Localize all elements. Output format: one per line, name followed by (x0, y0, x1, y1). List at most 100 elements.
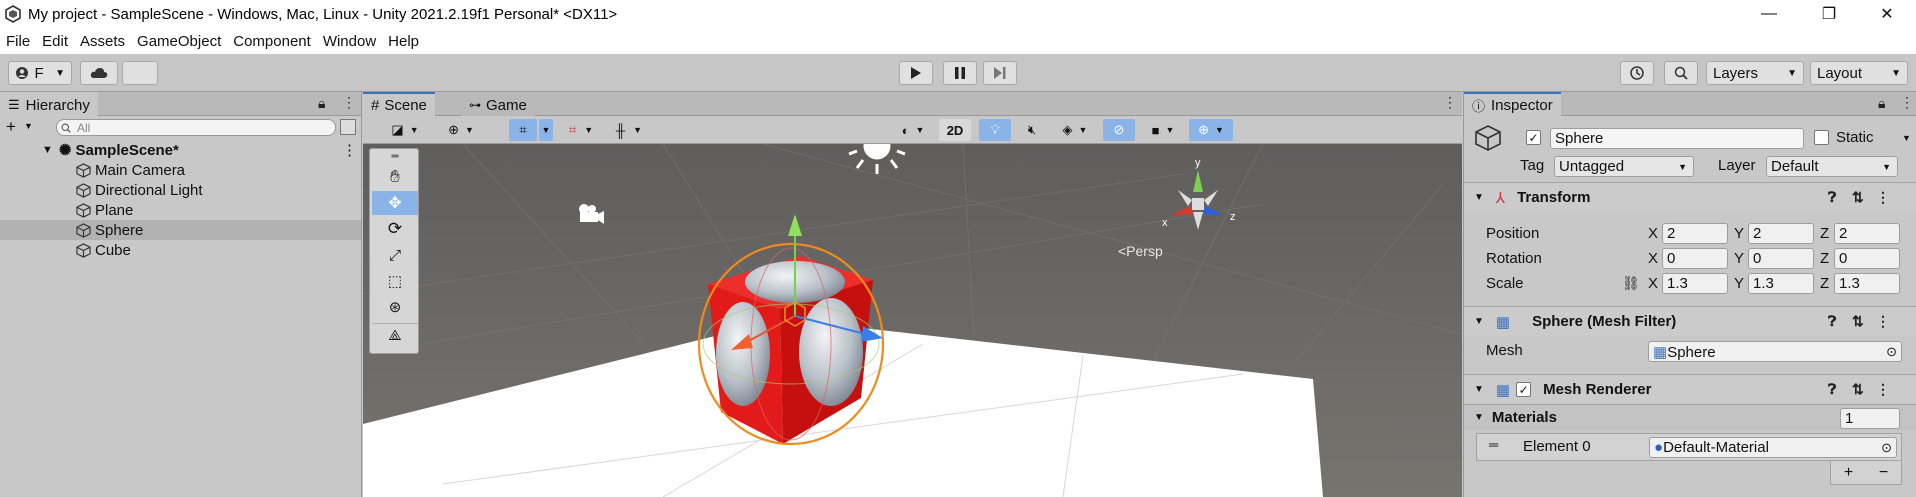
position-x-field[interactable]: 2 (1662, 223, 1728, 244)
grid-snap-toggle[interactable]: ⌗ (509, 119, 537, 141)
expand-arrow-icon[interactable]: ▼ (1474, 412, 1484, 423)
scene-row[interactable]: ▼ ✺ SampleScene* ⋮ (0, 140, 361, 160)
menu-gameobject[interactable]: GameObject (131, 33, 227, 50)
rotation-y-field[interactable]: 0 (1748, 248, 1814, 269)
step-button[interactable] (983, 61, 1017, 85)
link-icon[interactable]: ⛓︎ (1622, 275, 1640, 292)
minimize-button[interactable]: — (1746, 0, 1792, 28)
hierarchy-item-plane[interactable]: Plane (0, 200, 361, 220)
history-button[interactable] (1620, 61, 1654, 85)
audio-toggle[interactable]: 🔇︎ (1017, 119, 1047, 141)
chevron-down-icon[interactable]: ▼ (24, 121, 33, 131)
play-button[interactable] (899, 61, 933, 85)
mesh-filter-header[interactable]: ▼ ▦ Sphere (Mesh Filter) ❓︎ ⇅ ⋮ (1464, 306, 1916, 336)
element0-object-field[interactable]: ●Default-Material ⊙ (1649, 437, 1897, 458)
collab-button[interactable] (122, 61, 158, 85)
tab-hierarchy[interactable]: ☰ Hierarchy (0, 92, 98, 116)
more-menu-icon[interactable]: ⋮ (1900, 94, 1914, 111)
lock-icon[interactable]: 🔒︎ (1878, 95, 1885, 112)
object-picker-icon[interactable]: ⊙ (1886, 344, 1897, 360)
pause-button[interactable] (943, 61, 977, 85)
move-tool[interactable]: ✥ (372, 191, 418, 215)
scale-tool[interactable]: ⤢ (372, 243, 418, 267)
tab-inspector[interactable]: ⓘ Inspector (1464, 92, 1561, 116)
tab-scene[interactable]: # Scene (363, 92, 435, 116)
menu-component[interactable]: Component (227, 33, 317, 50)
visibility-toggle[interactable]: ⊘ (1103, 119, 1135, 141)
mesh-object-field[interactable]: ▦Sphere ⊙ (1648, 341, 1902, 362)
more-menu-icon[interactable]: ⋮ (1443, 94, 1457, 111)
tab-game[interactable]: ⊶ Game (461, 92, 535, 116)
transform-header[interactable]: ▼ ⅄ Transform ❓︎ ⇅ ⋮ (1464, 182, 1916, 212)
menu-window[interactable]: Window (317, 33, 382, 50)
cloud-button[interactable] (80, 61, 118, 85)
scale-x-field[interactable]: 1.3 (1662, 273, 1728, 294)
active-checkbox[interactable]: ✓ (1526, 130, 1541, 145)
search-button[interactable] (1664, 61, 1698, 85)
2d-toggle[interactable]: 2D (939, 119, 971, 141)
hand-tool[interactable]: ✋︎ (372, 165, 418, 189)
help-icon[interactable]: ❓︎ (1828, 189, 1836, 206)
scene-render[interactable]: y x z <Persp (363, 144, 1462, 497)
draw-mode-dropdown[interactable]: ◪ ▼ (383, 119, 427, 141)
scale-z-field[interactable]: 1.3 (1834, 273, 1900, 294)
help-icon[interactable]: ❓︎ (1828, 381, 1836, 398)
layout-dropdown[interactable]: Layout ▼ (1810, 61, 1908, 85)
hierarchy-item-main-camera[interactable]: Main Camera (0, 160, 361, 180)
object-picker-icon[interactable]: ⊙ (1881, 440, 1892, 456)
lock-icon[interactable]: 🔒︎ (318, 95, 325, 112)
more-menu-icon[interactable]: ⋮ (342, 94, 356, 111)
scale-y-field[interactable]: 1.3 (1748, 273, 1814, 294)
more-menu-icon[interactable]: ⋮ (1876, 189, 1890, 206)
grid-snap-dropdown[interactable]: ▼ (539, 119, 553, 141)
expand-arrow-icon[interactable]: ▼ (1474, 192, 1484, 203)
expand-arrow-icon[interactable]: ▼ (1474, 384, 1484, 395)
tag-dropdown[interactable]: Untagged ▼ (1554, 156, 1694, 177)
custom-tool[interactable]: ⟁ (372, 323, 418, 347)
mesh-renderer-header[interactable]: ▼ ▦ ✓ Mesh Renderer ❓︎ ⇅ ⋮ (1464, 374, 1916, 404)
camera-dropdown[interactable]: ■ ▼ (1141, 119, 1185, 141)
menu-help[interactable]: Help (382, 33, 425, 50)
gizmos-dropdown[interactable]: ⊕ ▼ (1189, 119, 1233, 141)
drag-handle-icon[interactable]: ═ (372, 151, 418, 162)
help-icon[interactable]: ❓︎ (1828, 313, 1836, 330)
expand-arrow-icon[interactable]: ▼ (42, 144, 53, 156)
shading-mode-dropdown[interactable]: ◐ ▼ (891, 119, 935, 141)
menu-edit[interactable]: Edit (36, 33, 74, 50)
drag-handle-icon[interactable]: ═ (1489, 437, 1498, 452)
layer-dropdown[interactable]: Default ▼ (1766, 156, 1898, 177)
mesh-renderer-enabled-checkbox[interactable]: ✓ (1516, 382, 1532, 397)
static-checkbox[interactable] (1814, 130, 1829, 145)
add-icon[interactable]: + (6, 117, 16, 137)
lighting-toggle[interactable]: 💡︎ (979, 119, 1011, 141)
object-name-input[interactable]: Sphere (1550, 128, 1804, 149)
render-mode-dropdown[interactable]: ⊕ ▼ (439, 119, 483, 141)
remove-element-button[interactable]: − (1879, 464, 1888, 482)
preset-icon[interactable]: ⇅ (1852, 313, 1864, 330)
materials-count-field[interactable]: 1 (1840, 408, 1900, 429)
effects-dropdown[interactable]: ◈ ▼ (1053, 119, 1097, 141)
rotation-z-field[interactable]: 0 (1834, 248, 1900, 269)
position-y-field[interactable]: 2 (1748, 223, 1814, 244)
preset-icon[interactable]: ⇅ (1852, 381, 1864, 398)
preset-icon[interactable]: ⇅ (1852, 189, 1864, 206)
increment-snap-dropdown[interactable]: ⌗ ▼ (559, 119, 603, 141)
account-dropdown[interactable]: F ▼ (8, 61, 72, 85)
hierarchy-item-cube[interactable]: Cube (0, 240, 361, 260)
restore-button[interactable]: ❐ (1806, 0, 1852, 28)
chevron-down-icon[interactable]: ▼ (1902, 133, 1911, 143)
more-menu-icon[interactable]: ⋮ (1876, 313, 1890, 330)
scene-search-icon[interactable] (340, 119, 356, 135)
hierarchy-item-directional-light[interactable]: Directional Light (0, 180, 361, 200)
align-dropdown[interactable]: ╫ ▼ (607, 119, 651, 141)
close-button[interactable]: ✕ (1864, 0, 1910, 28)
more-menu-icon[interactable]: ⋮ (342, 141, 357, 159)
position-z-field[interactable]: 2 (1834, 223, 1900, 244)
menu-file[interactable]: File (0, 33, 36, 50)
hierarchy-item-sphere[interactable]: Sphere (0, 220, 361, 240)
layers-dropdown[interactable]: Layers ▼ (1706, 61, 1804, 85)
expand-arrow-icon[interactable]: ▼ (1474, 316, 1484, 327)
menu-assets[interactable]: Assets (74, 33, 131, 50)
rect-tool[interactable]: ⬚ (372, 269, 418, 293)
hierarchy-search-input[interactable]: All (56, 119, 336, 136)
